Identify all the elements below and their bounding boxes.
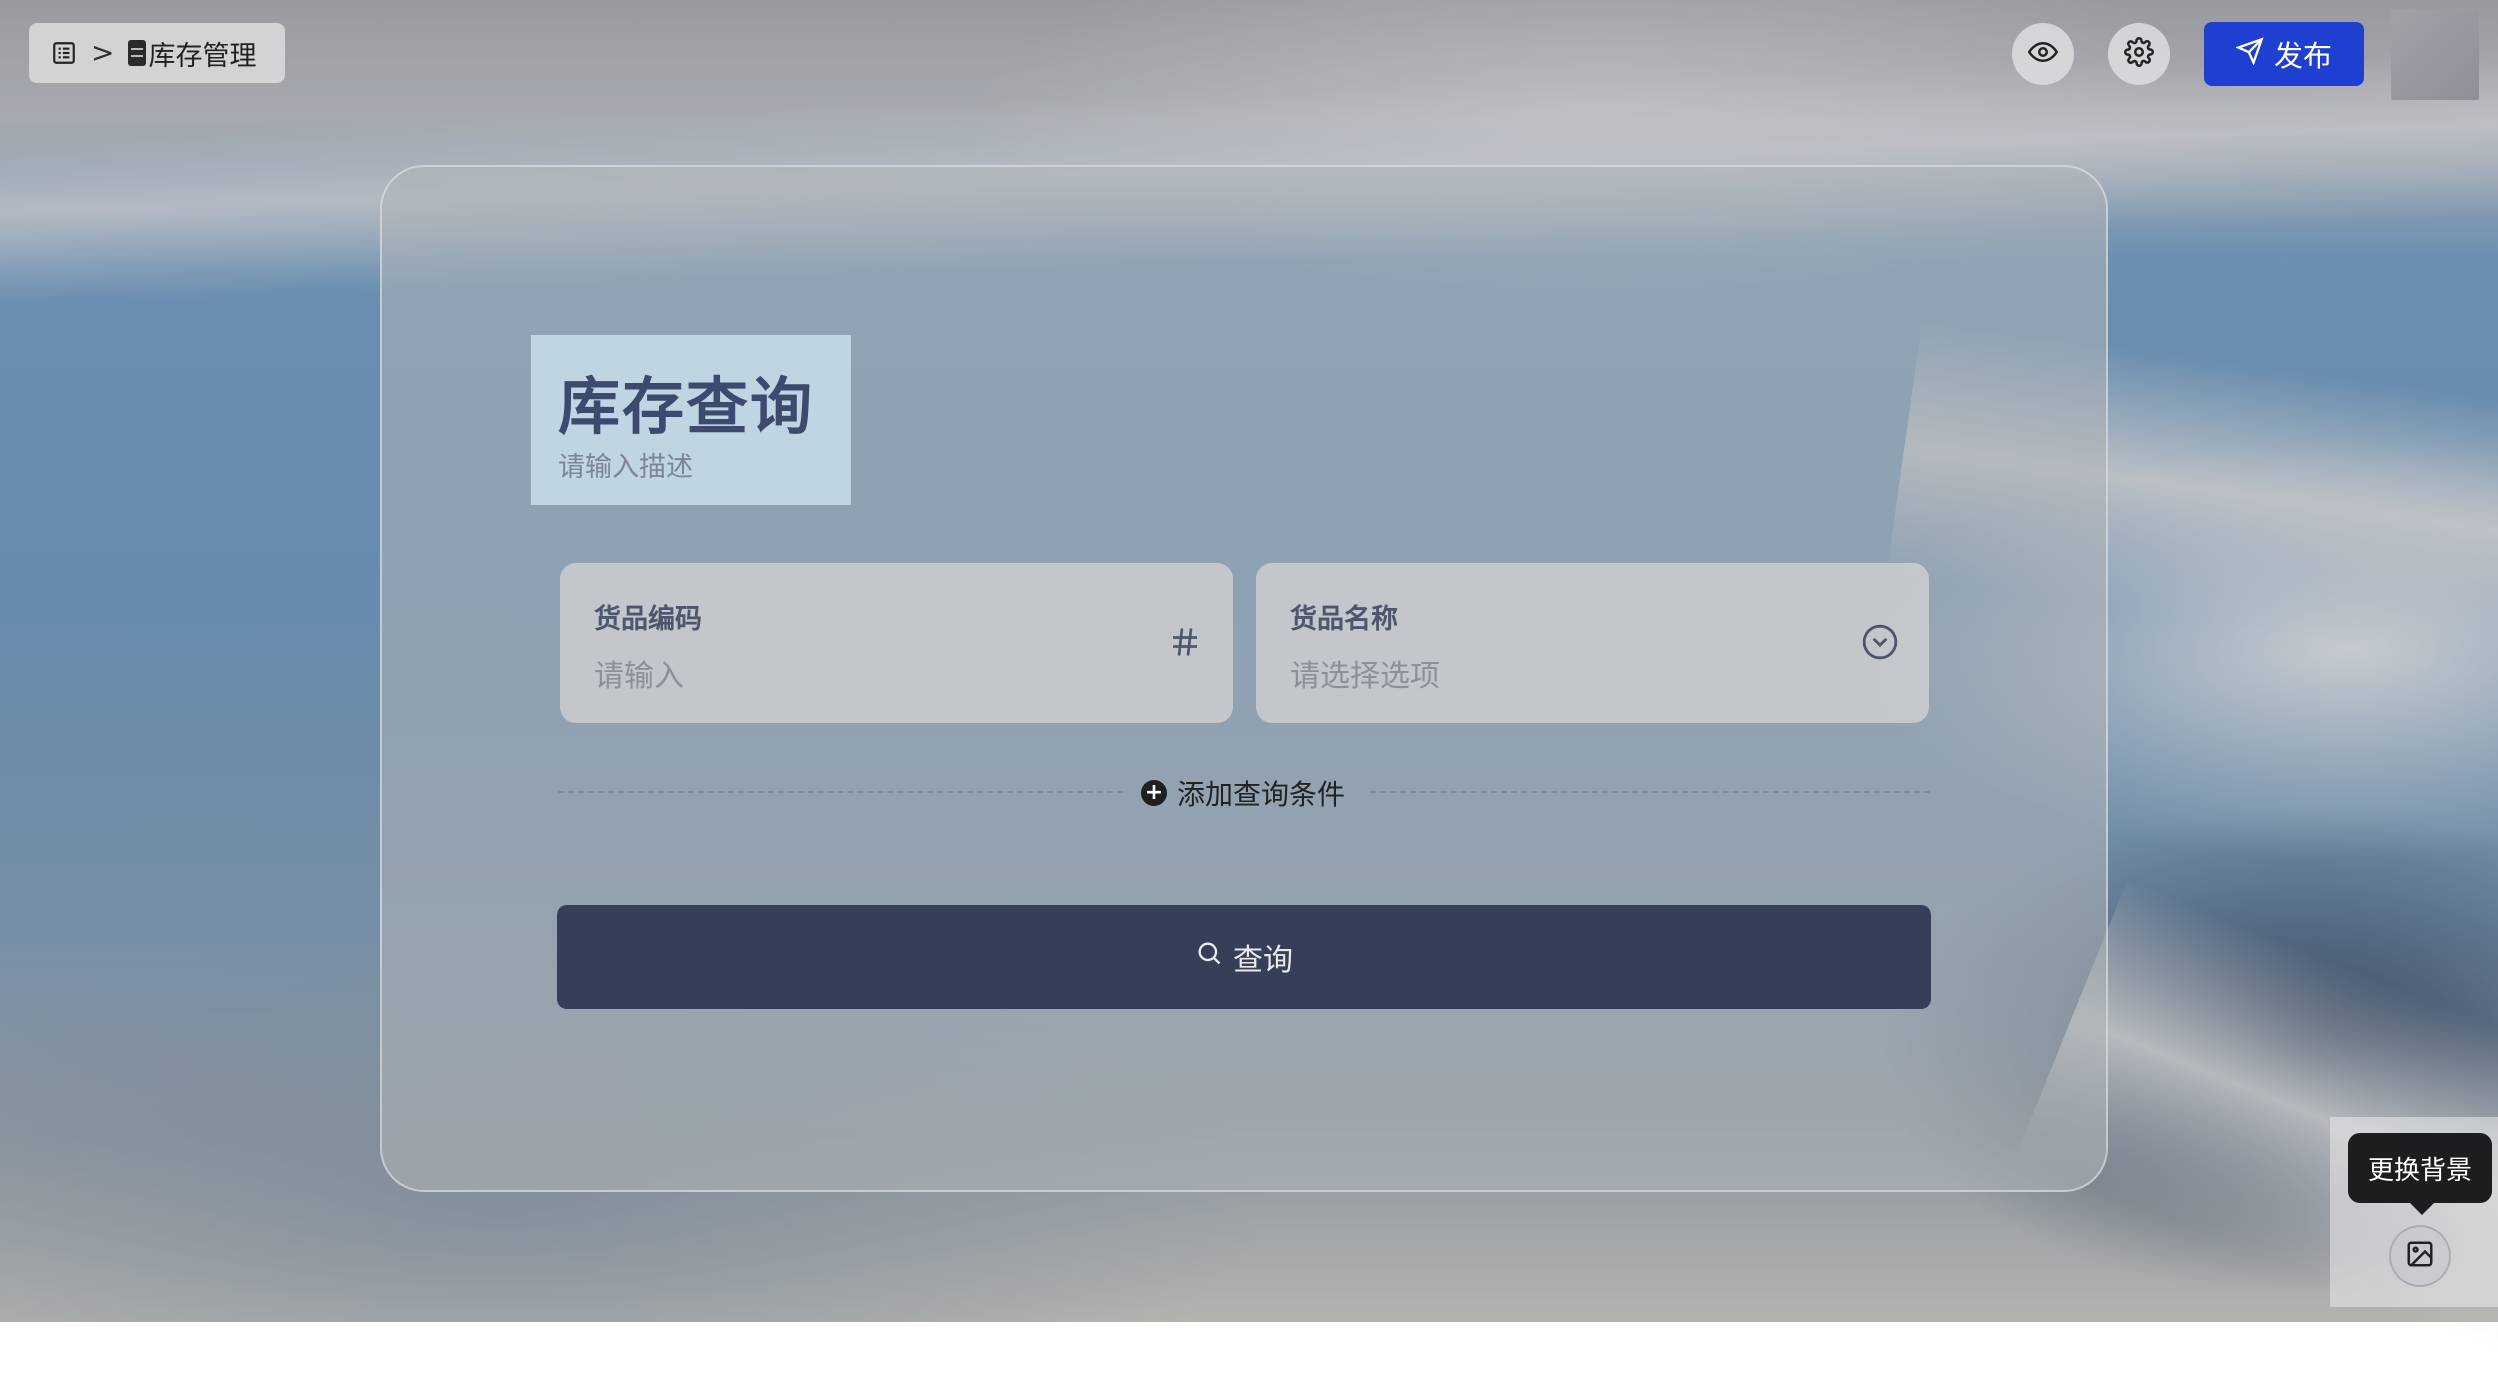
field-label: 货品名称 bbox=[1290, 604, 1398, 635]
change-background-button[interactable] bbox=[2389, 1225, 2451, 1287]
breadcrumb: > 库存管理 bbox=[29, 23, 285, 83]
query-label: 查询 bbox=[1233, 943, 1293, 978]
breadcrumb-item-current[interactable]: 库存管理 bbox=[128, 34, 256, 73]
form-title[interactable]: 库存查询 bbox=[558, 356, 814, 446]
divider-left bbox=[558, 791, 1123, 793]
query-button[interactable]: 查询 bbox=[557, 905, 1931, 1009]
hash-icon bbox=[1167, 623, 1203, 665]
change-background-tooltip: 更换背景 bbox=[2348, 1133, 2492, 1215]
plus-circle-icon: + bbox=[1141, 780, 1167, 806]
cabinet-icon bbox=[128, 40, 147, 66]
goods-name-field[interactable]: 货品名称 请选择选项 bbox=[1256, 563, 1929, 723]
eye-icon bbox=[2027, 37, 2059, 71]
chevron-down-circle-icon[interactable] bbox=[1861, 623, 1899, 665]
goods-name-select[interactable]: 请选择选项 bbox=[1290, 651, 1440, 695]
list-icon[interactable] bbox=[51, 40, 77, 66]
send-icon bbox=[2235, 36, 2264, 72]
form-description[interactable]: 请输入描述 bbox=[558, 445, 693, 484]
search-icon bbox=[1195, 939, 1223, 975]
settings-button[interactable] bbox=[2108, 23, 2170, 85]
add-condition-button[interactable]: + 添加查询条件 bbox=[1141, 775, 1345, 811]
goods-code-input[interactable]: 请输入 bbox=[594, 651, 684, 695]
breadcrumb-separator: > bbox=[91, 36, 115, 69]
add-condition-label: 添加查询条件 bbox=[1177, 778, 1346, 811]
publish-button[interactable]: 发布 bbox=[2204, 22, 2364, 86]
avatar[interactable] bbox=[2391, 10, 2479, 100]
gear-icon bbox=[2124, 37, 2154, 71]
divider-right bbox=[1370, 791, 1930, 793]
publish-label: 发布 bbox=[2273, 39, 2332, 73]
preview-button[interactable] bbox=[2012, 23, 2074, 85]
field-label: 货品编码 bbox=[594, 604, 702, 635]
goods-code-field[interactable]: 货品编码 请输入 bbox=[560, 563, 1233, 723]
image-icon bbox=[2405, 1239, 2435, 1273]
breadcrumb-title: 库存管理 bbox=[148, 40, 257, 72]
